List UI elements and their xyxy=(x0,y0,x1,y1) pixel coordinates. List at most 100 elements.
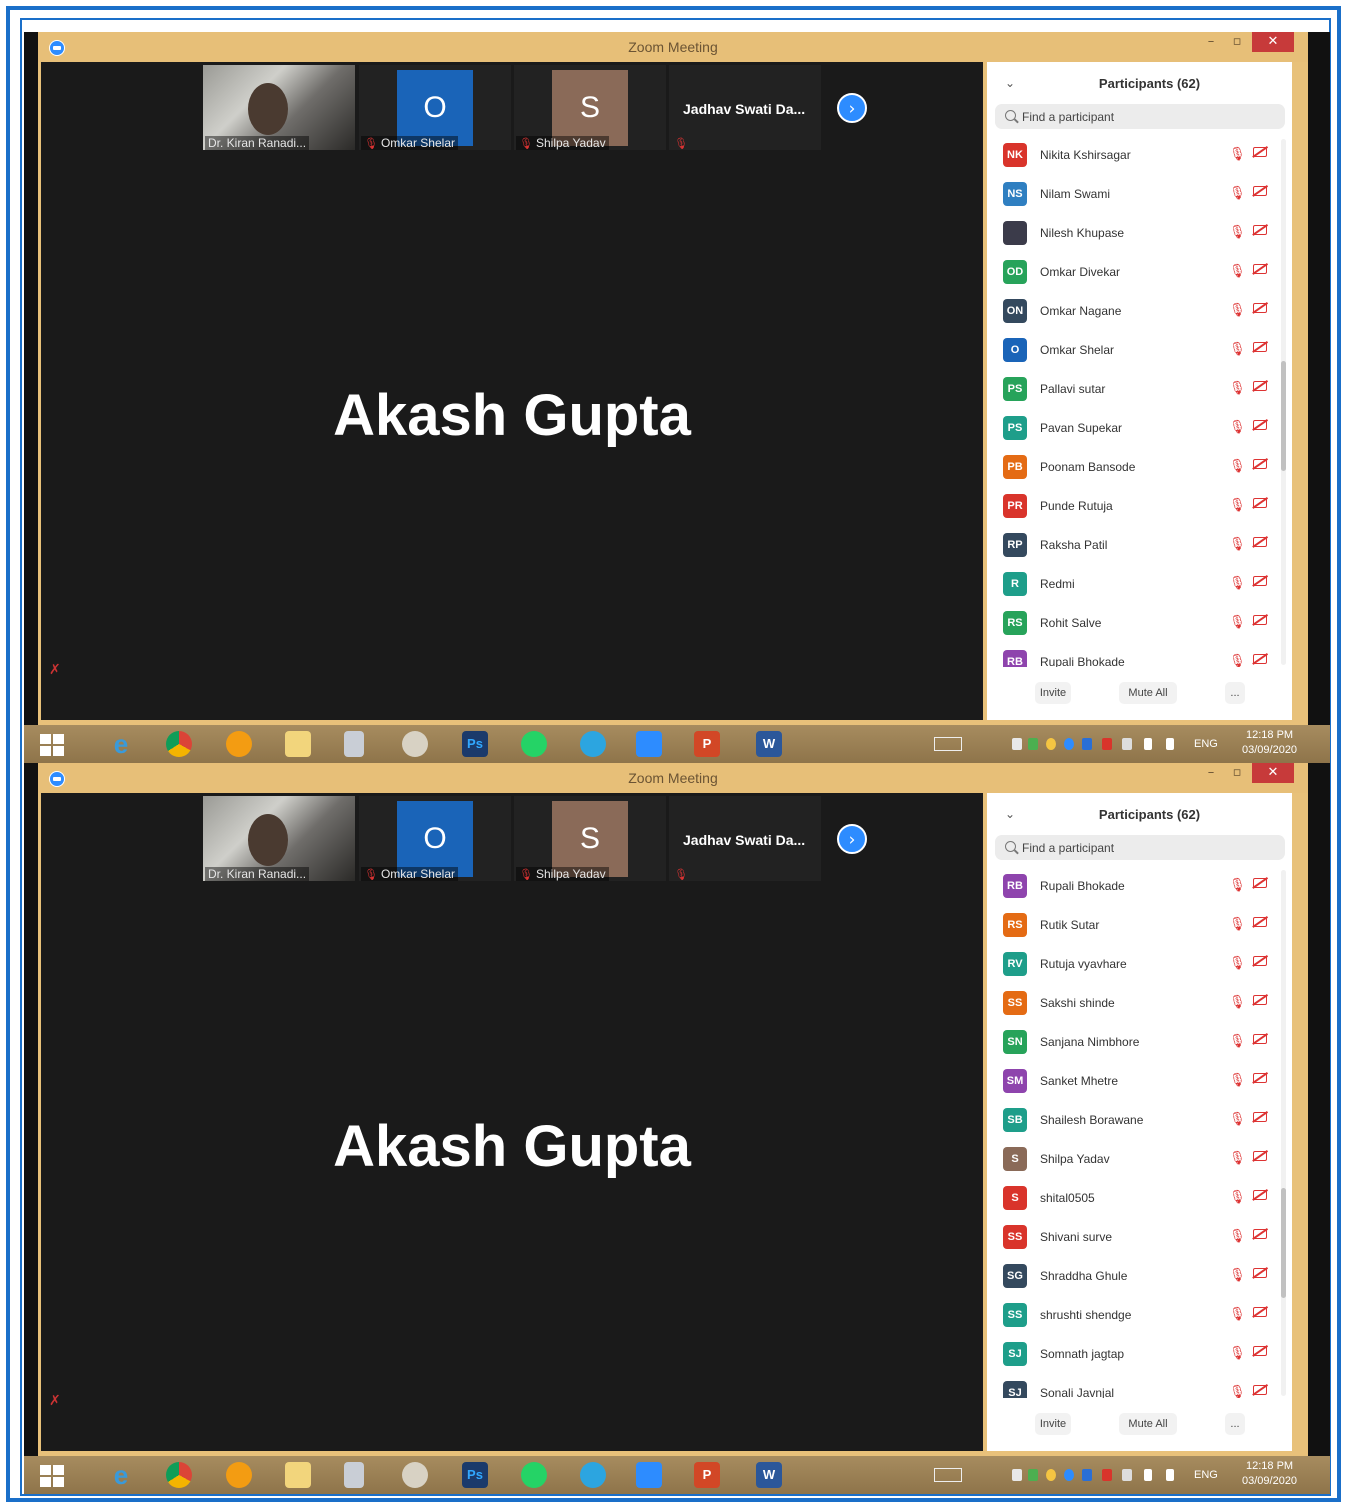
start-icon[interactable] xyxy=(40,734,64,756)
mute-all-button[interactable]: Mute All xyxy=(1119,682,1177,704)
video-off-icon[interactable] xyxy=(1253,1190,1267,1200)
participant-row[interactable]: RS Rohit Salve 🎙 xyxy=(987,605,1287,644)
mic-muted-icon[interactable]: 🎙 xyxy=(1229,303,1246,318)
tray-icon[interactable] xyxy=(1028,738,1038,750)
photoshop-icon[interactable]: Ps xyxy=(462,731,488,757)
participant-row[interactable]: RB Rupali Bhokade 🎙 xyxy=(987,644,1287,667)
mic-muted-icon[interactable]: 🎙 xyxy=(1229,225,1246,240)
video-tile[interactable]: S 🎙 Shilpa Yadav xyxy=(514,796,666,881)
maximize-button[interactable]: ▫ xyxy=(1226,32,1248,52)
zoom-icon[interactable] xyxy=(636,1462,662,1488)
powerpoint-icon[interactable]: P xyxy=(694,1462,720,1488)
participant-row[interactable]: NS Nilam Swami 🎙 xyxy=(987,176,1287,215)
file-explorer-icon[interactable] xyxy=(285,731,311,757)
search-input[interactable]: Find a participant xyxy=(995,104,1285,129)
file-explorer-icon[interactable] xyxy=(285,1462,311,1488)
mic-muted-icon[interactable]: 🎙 xyxy=(1229,1073,1246,1088)
word-icon[interactable]: W xyxy=(756,1462,782,1488)
mic-muted-icon[interactable]: 🎙 xyxy=(1229,654,1246,667)
vlc-icon[interactable] xyxy=(226,731,252,757)
antivirus-icon[interactable] xyxy=(1102,738,1112,750)
participant-row[interactable]: SS Shivani surve 🎙 xyxy=(987,1219,1287,1258)
minimize-button[interactable]: – xyxy=(1200,763,1222,783)
participant-row[interactable]: RV Rutuja vyavhare 🎙 xyxy=(987,946,1287,985)
mic-muted-icon[interactable]: 🎙 xyxy=(1229,264,1246,279)
bluetooth-icon[interactable] xyxy=(1082,1469,1092,1481)
video-off-icon[interactable] xyxy=(1253,1112,1267,1122)
mic-muted-icon[interactable]: 🎙 xyxy=(1229,917,1246,932)
minimize-button[interactable]: – xyxy=(1200,32,1222,52)
mic-muted-icon[interactable]: 🎙 xyxy=(1229,1385,1246,1398)
next-page-button[interactable]: › xyxy=(837,93,867,123)
video-off-icon[interactable] xyxy=(1253,1034,1267,1044)
powerpoint-icon[interactable]: P xyxy=(694,731,720,757)
video-off-icon[interactable] xyxy=(1253,615,1267,625)
video-off-icon[interactable] xyxy=(1253,147,1267,157)
video-off-icon[interactable] xyxy=(1253,537,1267,547)
video-off-icon[interactable] xyxy=(1253,995,1267,1005)
paint-icon[interactable] xyxy=(402,731,428,757)
mic-muted-icon[interactable]: 🎙 xyxy=(1229,1112,1246,1127)
participant-row[interactable]: SM Sanket Mhetre 🎙 xyxy=(987,1063,1287,1102)
participant-row[interactable]: S Shilpa Yadav 🎙 xyxy=(987,1141,1287,1180)
mic-muted-icon[interactable]: 🎙 xyxy=(1229,878,1246,893)
scrollbar[interactable] xyxy=(1281,870,1286,1396)
participant-row[interactable]: RP Raksha Patil 🎙 xyxy=(987,527,1287,566)
video-off-icon[interactable] xyxy=(1253,917,1267,927)
participant-row[interactable]: R Redmi 🎙 xyxy=(987,566,1287,605)
mic-muted-icon[interactable]: 🎙 xyxy=(1229,1034,1246,1049)
video-off-icon[interactable] xyxy=(1253,420,1267,430)
tray-icon[interactable] xyxy=(1064,738,1074,750)
touch-keyboard-icon[interactable] xyxy=(934,1468,962,1482)
mic-muted-icon[interactable]: 🎙 xyxy=(1229,576,1246,591)
video-off-icon[interactable] xyxy=(1253,1307,1267,1317)
network-icon[interactable] xyxy=(1144,738,1152,750)
video-off-icon[interactable] xyxy=(1253,654,1267,664)
tray-icon[interactable] xyxy=(1028,1469,1038,1481)
mic-muted-icon[interactable]: 🎙 xyxy=(1229,381,1246,396)
mic-muted-icon[interactable]: 🎙 xyxy=(1229,498,1246,513)
start-icon[interactable] xyxy=(40,1465,64,1487)
participant-row[interactable]: ON Omkar Nagane 🎙 xyxy=(987,293,1287,332)
scrollbar-thumb[interactable] xyxy=(1281,1188,1286,1298)
video-off-icon[interactable] xyxy=(1253,225,1267,235)
participant-row[interactable]: PR Punde Rutuja 🎙 xyxy=(987,488,1287,527)
photoshop-icon[interactable]: Ps xyxy=(462,1462,488,1488)
volume-icon[interactable] xyxy=(1166,1469,1174,1481)
video-off-icon[interactable] xyxy=(1253,342,1267,352)
participant-row[interactable]: RS Rutik Sutar 🎙 xyxy=(987,907,1287,946)
participant-row[interactable]: SS shrushti shendge 🎙 xyxy=(987,1297,1287,1336)
invite-button[interactable]: Invite xyxy=(1035,682,1071,704)
tray-icon[interactable] xyxy=(1012,738,1022,750)
clock-time[interactable]: 12:18 PM xyxy=(1246,1460,1293,1472)
participant-row[interactable]: SJ Sonali Javnjal 🎙 xyxy=(987,1375,1287,1398)
more-button[interactable]: ... xyxy=(1225,682,1245,704)
mute-all-button[interactable]: Mute All xyxy=(1119,1413,1177,1435)
mic-muted-icon[interactable]: 🎙 xyxy=(1229,1151,1246,1166)
mic-muted-icon[interactable]: 🎙 xyxy=(1229,995,1246,1010)
touch-keyboard-icon[interactable] xyxy=(934,737,962,751)
telegram-icon[interactable] xyxy=(580,1462,606,1488)
participant-row[interactable]: PS Pallavi sutar 🎙 xyxy=(987,371,1287,410)
video-off-icon[interactable] xyxy=(1253,381,1267,391)
video-off-icon[interactable] xyxy=(1253,1346,1267,1356)
tray-icon[interactable] xyxy=(1012,1469,1022,1481)
video-tile[interactable]: Dr. Kiran Ranadi... xyxy=(203,796,355,881)
network-icon[interactable] xyxy=(1144,1469,1152,1481)
language-indicator[interactable]: ENG xyxy=(1194,738,1218,750)
whatsapp-icon[interactable] xyxy=(521,1462,547,1488)
flag-icon[interactable] xyxy=(1122,1469,1132,1481)
mic-muted-icon[interactable]: 🎙 xyxy=(1229,1268,1246,1283)
search-input[interactable]: Find a participant xyxy=(995,835,1285,860)
mic-muted-icon[interactable]: 🎙 xyxy=(1229,615,1246,630)
mic-muted-icon[interactable]: 🎙 xyxy=(1229,342,1246,357)
zoom-icon[interactable] xyxy=(636,731,662,757)
scrollbar-thumb[interactable] xyxy=(1281,361,1286,471)
chrome-icon[interactable] xyxy=(166,1462,192,1488)
mic-muted-icon[interactable]: 🎙 xyxy=(1229,1190,1246,1205)
video-off-icon[interactable] xyxy=(1253,264,1267,274)
video-off-icon[interactable] xyxy=(1253,186,1267,196)
participant-row[interactable]: Nilesh Khupase 🎙 xyxy=(987,215,1287,254)
video-tile[interactable]: O 🎙 Omkar Shelar xyxy=(359,65,511,150)
chrome-icon[interactable] xyxy=(166,731,192,757)
